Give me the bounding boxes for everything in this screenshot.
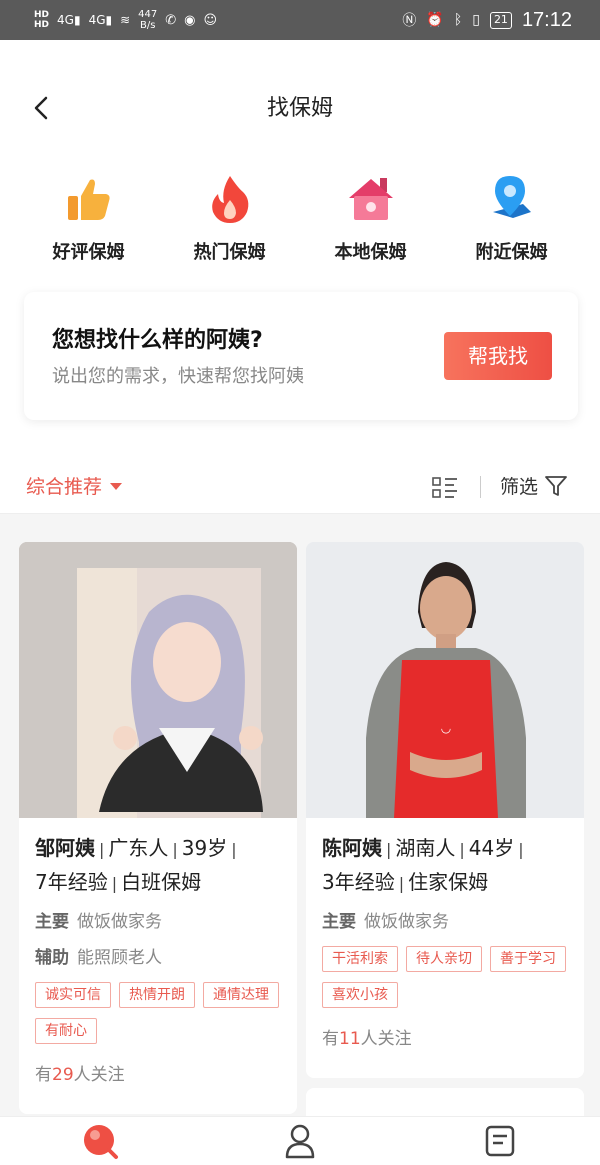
trait-tag: 有耐心	[35, 1018, 97, 1044]
nanny-photo	[19, 542, 297, 818]
category-row: 好评保姆 热门保姆 本地保姆 附近保姆	[0, 172, 600, 272]
trait-tag: 待人亲切	[406, 946, 482, 972]
trait-tag: 干活利索	[322, 946, 398, 972]
nanny-name: 陈阿姨	[322, 836, 382, 860]
nanny-info: 邹阿姨 | 广东人 | 39岁 |	[35, 836, 237, 860]
category-label: 附近保姆	[475, 242, 548, 263]
user-icon	[285, 1124, 315, 1159]
nanny-experience: 3年经验	[322, 870, 395, 894]
follow-number: 29	[52, 1065, 74, 1085]
app-notification-icon: ☺	[203, 12, 218, 28]
sort-label: 综合推荐	[26, 476, 103, 498]
follow-suffix: 人关注	[360, 1029, 412, 1049]
nanny-origin: 广东人	[108, 836, 169, 860]
category-label: 本地保姆	[334, 242, 407, 263]
clock: 17:12	[521, 8, 572, 31]
funnel-icon	[545, 475, 567, 496]
tab-profile[interactable]	[275, 1121, 325, 1161]
category-label: 好评保姆	[52, 242, 125, 263]
signal-4g-2: 4G▮	[88, 13, 113, 27]
trait-tag: 通情达理	[203, 982, 279, 1008]
nanny-origin: 湖南人	[395, 836, 456, 860]
portrait-image: ◡	[306, 542, 584, 818]
trait-tag: 热情开朗	[119, 982, 195, 1008]
battery-indicator: 21	[489, 11, 512, 29]
nanny-age: 39岁	[181, 836, 228, 860]
trait-tag: 善于学习	[490, 946, 566, 972]
nanny-card[interactable]: 邹阿姨 | 广东人 | 39岁 | 7年经验 | 白班保姆 主要 做饭做家务 辅助 能照顾老人 诚…	[19, 542, 297, 1114]
help-subtitle: 说出您的需求，快速帮您找阿姨	[52, 366, 304, 387]
nanny-info: 陈阿姨 | 湖南人 | 44岁 |	[322, 836, 524, 860]
filter-button[interactable]: 筛选	[500, 472, 568, 499]
list-layout-icon	[432, 477, 457, 498]
main-duty-label: 主要	[322, 912, 356, 932]
trait-tag: 诚实可信	[35, 982, 111, 1008]
vibrate-icon: ▯	[472, 12, 480, 28]
hd-indicator: HD HD	[34, 10, 50, 30]
tab-orders[interactable]	[475, 1121, 525, 1161]
nanny-age: 44岁	[468, 836, 515, 860]
nav-header: 找保姆	[0, 40, 600, 172]
wifi-icon: ≋	[120, 13, 131, 27]
follow-prefix: 有	[322, 1029, 339, 1049]
nfc-icon: Ⓝ	[402, 13, 417, 29]
nanny-experience: 7年经验	[35, 870, 108, 894]
category-label: 热门保姆	[193, 242, 266, 263]
category-good-review[interactable]: 好评保姆	[29, 172, 149, 272]
help-title: 您想找什么样的阿姨?	[52, 328, 263, 353]
category-hot[interactable]: 热门保姆	[170, 172, 290, 272]
follower-count: 有11人关注	[322, 1024, 568, 1049]
main-duty-value: 做饭做家务	[364, 912, 449, 932]
nanny-card[interactable]: ◡ 陈阿姨 | 湖南人 | 44岁 | 3年经验 | 住家保姆 主要 做饭做家务 干活利索 待人…	[306, 542, 584, 1078]
divider	[480, 476, 481, 498]
qq-icon: ◉	[184, 12, 196, 28]
follow-prefix: 有	[35, 1065, 52, 1085]
trait-tag: 喜欢小孩	[322, 982, 398, 1008]
follower-count: 有29人关注	[35, 1060, 281, 1085]
tag-list: 干活利索 待人亲切 善于学习 喜欢小孩	[322, 946, 568, 1008]
main-duty: 主要 做饭做家务	[322, 910, 568, 934]
nanny-info-2: 3年经验 | 住家保姆	[322, 870, 489, 894]
svg-text:◡: ◡	[441, 721, 451, 735]
help-me-find-button[interactable]: 帮我找	[444, 332, 552, 380]
house-icon	[348, 178, 393, 220]
net-speed: 447 B/s	[138, 9, 158, 31]
nanny-name: 邹阿姨	[35, 836, 95, 860]
document-icon	[485, 1125, 515, 1157]
filter-bar: 综合推荐 筛选	[0, 460, 600, 514]
help-card: 您想找什么样的阿姨? 说出您的需求，快速帮您找阿姨 帮我找	[24, 292, 578, 420]
category-nearby[interactable]: 附近保姆	[452, 172, 572, 272]
nanny-type: 住家保姆	[408, 870, 489, 894]
sort-dropdown[interactable]: 综合推荐	[26, 472, 123, 499]
alarm-icon: ⏰	[426, 12, 444, 28]
bluetooth-icon: ᛒ	[453, 12, 463, 28]
category-local[interactable]: 本地保姆	[311, 172, 431, 272]
follow-suffix: 人关注	[73, 1065, 125, 1085]
tab-search[interactable]	[75, 1121, 125, 1161]
aux-duty-label: 辅助	[35, 948, 69, 968]
missed-call-icon: ✆	[165, 12, 177, 28]
aux-duty: 辅助 能照顾老人	[35, 946, 281, 970]
layout-toggle-button[interactable]	[432, 476, 458, 500]
nanny-type: 白班保姆	[121, 870, 202, 894]
nanny-photo: ◡	[306, 542, 584, 818]
follow-number: 11	[339, 1029, 361, 1049]
signal-4g-1: 4G▮	[57, 13, 81, 27]
tag-list: 诚实可信 热情开朗 通情达理 有耐心	[35, 982, 281, 1044]
portrait-image	[19, 542, 297, 818]
nanny-info-2: 7年经验 | 白班保姆	[35, 870, 202, 894]
main-duty-label: 主要	[35, 912, 69, 932]
status-bar: HD HD 4G▮ 4G▮ ≋ 447 B/s ✆ ◉ ☺ Ⓝ ⏰ ᛒ ▯ 21…	[0, 0, 600, 40]
main-duty: 主要 做饭做家务	[35, 910, 281, 934]
thumbs-up-icon	[67, 179, 110, 220]
caret-down-icon	[110, 483, 123, 490]
flame-icon	[211, 176, 248, 223]
filter-label: 筛选	[500, 476, 539, 498]
location-pin-icon	[492, 176, 531, 218]
main-duty-value: 做饭做家务	[77, 912, 162, 932]
bottom-tab-bar	[0, 1116, 600, 1165]
search-icon	[84, 1125, 118, 1159]
page-title: 找保姆	[266, 96, 333, 121]
aux-duty-value: 能照顾老人	[77, 948, 162, 968]
